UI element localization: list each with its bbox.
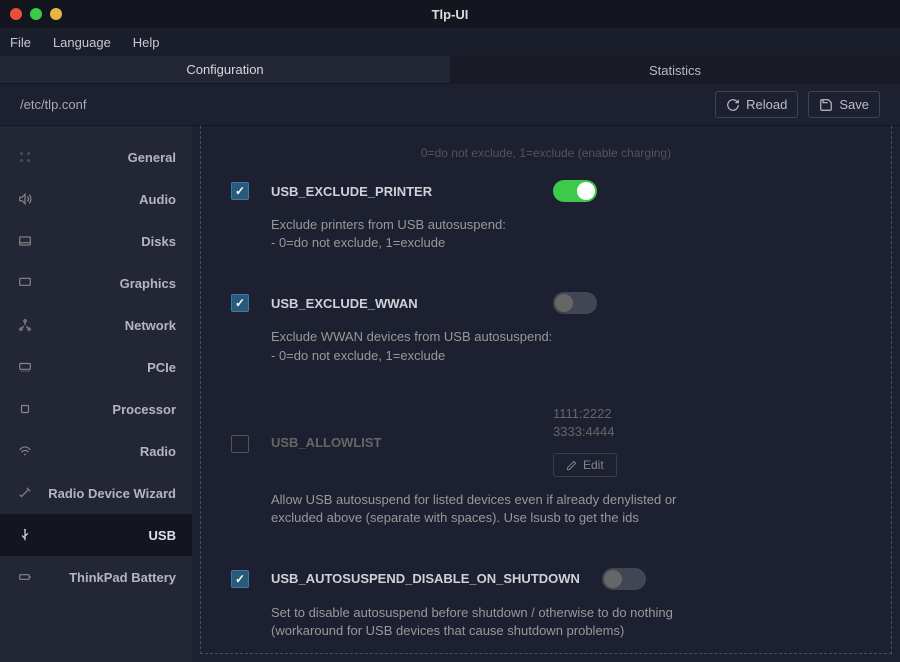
option-desc: Set to disable autosuspend before shutdo… xyxy=(271,604,691,640)
tab-configuration[interactable]: Configuration xyxy=(0,56,450,84)
allowlist-values: 1111:2222 3333:4444 xyxy=(553,405,617,441)
checkbox-shutdown[interactable] xyxy=(231,570,249,588)
config-path: /etc/tlp.conf xyxy=(20,97,86,112)
titlebar: Tlp-UI xyxy=(0,0,900,28)
monitor-icon xyxy=(16,276,34,290)
option-desc: Allow USB autosuspend for listed devices… xyxy=(271,491,691,527)
sidebar-item-general[interactable]: General xyxy=(0,136,192,178)
pencil-icon xyxy=(566,460,577,471)
sidebar-item-pcie[interactable]: PCIe xyxy=(0,346,192,388)
toggle-printer[interactable] xyxy=(553,180,597,202)
sidebar-item-network[interactable]: Network xyxy=(0,304,192,346)
settings-panel[interactable]: 0=do not exclude, 1=exclude (enable char… xyxy=(200,126,892,654)
checkbox-wwan[interactable] xyxy=(231,294,249,312)
option-usb-allowlist: USB_ALLOWLIST 1111:2222 3333:4444 Edit A… xyxy=(231,405,861,528)
wand-icon xyxy=(16,486,34,500)
wifi-icon xyxy=(16,444,34,458)
sidebar-item-battery[interactable]: ThinkPad Battery xyxy=(0,556,192,598)
option-name: USB_EXCLUDE_WWAN xyxy=(271,296,531,311)
tab-bar: Configuration Statistics xyxy=(0,56,900,84)
toggle-wwan[interactable] xyxy=(553,292,597,314)
option-usb-autosuspend-shutdown: USB_AUTOSUSPEND_DISABLE_ON_SHUTDOWN Set … xyxy=(231,568,861,640)
option-usb-exclude-printer: USB_EXCLUDE_PRINTER Exclude printers fro… xyxy=(231,180,861,252)
option-desc: Exclude WWAN devices from USB autosuspen… xyxy=(271,328,691,364)
battery-icon xyxy=(16,570,34,584)
sidebar-item-audio[interactable]: Audio xyxy=(0,178,192,220)
network-icon xyxy=(16,318,34,332)
sidebar-item-radio[interactable]: Radio xyxy=(0,430,192,472)
menu-file[interactable]: File xyxy=(10,35,31,50)
option-desc: Exclude printers from USB autosuspend: -… xyxy=(271,216,691,252)
sidebar: General Audio Disks Graphics Network PCI… xyxy=(0,126,192,662)
tab-statistics[interactable]: Statistics xyxy=(450,56,900,84)
edit-button[interactable]: Edit xyxy=(553,453,617,477)
card-icon xyxy=(16,360,34,374)
menubar: File Language Help xyxy=(0,28,900,56)
option-name: USB_ALLOWLIST xyxy=(271,435,531,450)
reload-icon xyxy=(726,98,740,112)
save-icon xyxy=(819,98,833,112)
menu-help[interactable]: Help xyxy=(133,35,160,50)
option-usb-exclude-wwan: USB_EXCLUDE_WWAN Exclude WWAN devices fr… xyxy=(231,292,861,364)
toggle-shutdown[interactable] xyxy=(602,568,646,590)
usb-icon xyxy=(16,528,34,542)
option-name: USB_EXCLUDE_PRINTER xyxy=(271,184,531,199)
sidebar-item-processor[interactable]: Processor xyxy=(0,388,192,430)
option-name: USB_AUTOSUSPEND_DISABLE_ON_SHUTDOWN xyxy=(271,571,580,586)
disk-icon xyxy=(16,234,34,248)
sidebar-item-disks[interactable]: Disks xyxy=(0,220,192,262)
sidebar-item-usb[interactable]: USB xyxy=(0,514,192,556)
save-button[interactable]: Save xyxy=(808,91,880,118)
checkbox-printer[interactable] xyxy=(231,182,249,200)
speaker-icon xyxy=(16,192,34,206)
cpu-icon xyxy=(16,402,34,416)
sidebar-item-radio-wizard[interactable]: Radio Device Wizard xyxy=(0,472,192,514)
toolbar: /etc/tlp.conf Reload Save xyxy=(0,84,900,126)
grid-icon xyxy=(16,150,34,164)
menu-language[interactable]: Language xyxy=(53,35,111,50)
reload-button[interactable]: Reload xyxy=(715,91,798,118)
sidebar-item-graphics[interactable]: Graphics xyxy=(0,262,192,304)
window-title: Tlp-UI xyxy=(0,7,900,22)
checkbox-allowlist[interactable] xyxy=(231,435,249,453)
truncated-text: 0=do not exclude, 1=exclude (enable char… xyxy=(231,146,861,160)
